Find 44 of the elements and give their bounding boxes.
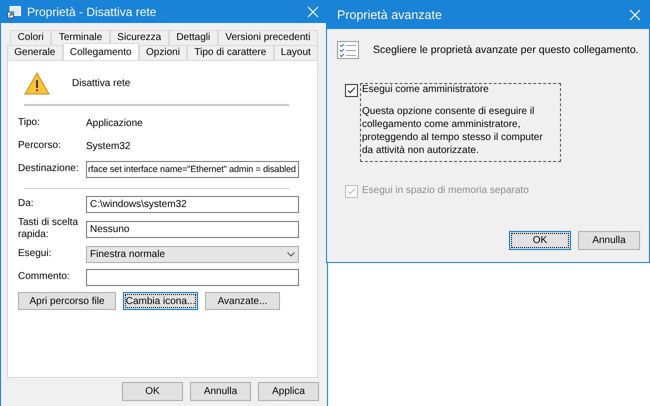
action-button[interactable]: Apri percorso file [18,292,116,310]
input-field[interactable] [86,268,299,286]
close-icon[interactable] [307,6,319,18]
tab[interactable]: Versioni precedenti [218,30,318,45]
dialog-button[interactable]: Annulla [578,231,640,250]
chevron-icon [287,252,295,256]
field-value: Applicazione [86,118,143,128]
target-field[interactable]: rface set interface name="Ethernet" admin = disabled [86,160,299,178]
tab[interactable]: Tipo di carattere [187,45,274,60]
field-label: Percorso: [18,140,62,152]
dialog-button[interactable]: Applica [258,382,319,401]
dialog-button[interactable]: OK [122,382,183,401]
warning-icon [24,72,50,94]
tab[interactable]: Generale [7,45,63,60]
field-label: Commento: [18,271,71,283]
field-label: Destinazione: [18,163,80,175]
checkbox[interactable] [345,84,358,97]
field-label: Tasti di scelta rapida: [18,217,80,241]
shortcut-icon [7,6,21,18]
close-icon[interactable] [629,9,641,21]
option-description: Questa opzione consente di eseguire il collegamento come amministratore, proteggendo al tempo stesso il computer da attività non autorizzate. [362,105,544,157]
tab[interactable]: Sicurezza [110,30,169,45]
input-field[interactable]: C:\windows\system32 [86,196,299,212]
window-title: Proprietà - Disattiva rete [27,5,158,19]
tab[interactable]: Opzioni [138,45,188,60]
field-label: Da: [18,198,35,210]
checkbox-label[interactable]: Esegui come amministratore [362,84,554,95]
action-button[interactable]: Avanzate... [205,292,280,310]
action-button[interactable]: Cambia icona... [123,292,198,310]
tab[interactable]: Layout [274,45,318,60]
field-value: System32 [86,140,130,152]
field-label: Tipo: [18,117,41,129]
shortcut-name: Disattiva rete [72,78,130,88]
intro-text: Scegliere le proprietà avanzate per questo collegamento. [373,44,639,56]
window-title: Proprietà avanzate [337,8,443,22]
tab[interactable]: Collegamento [62,43,139,60]
run-dropdown[interactable]: Finestra normale [86,246,299,262]
dialog-button[interactable]: Annulla [190,382,251,401]
tab[interactable]: Dettagli [168,30,218,45]
field-label: Esegui: [18,248,52,260]
tab[interactable]: Colori [10,30,52,45]
dialog-button[interactable]: OK [509,231,571,250]
checklist-icon [337,41,359,59]
input-field[interactable]: Nessuno [86,220,299,238]
